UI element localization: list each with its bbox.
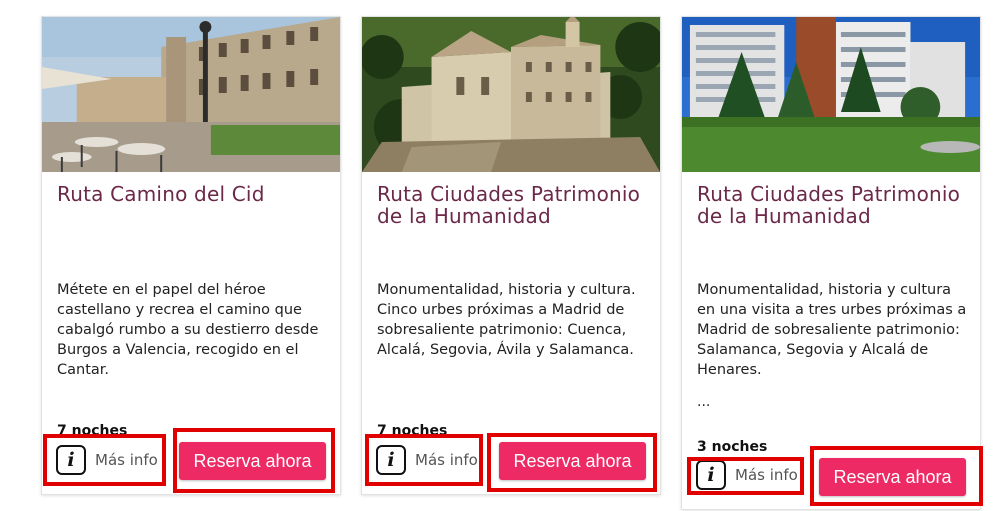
more-info-link[interactable]: i Más info <box>56 445 158 475</box>
route-description: Monumentalidad, historia y cultura. Cinc… <box>377 282 636 358</box>
nights-count: 7 noches <box>377 423 448 439</box>
more-info-label: Más info <box>95 451 158 469</box>
route-card-ciudades-patrimonio: Ruta Ciudades Patrimonio de la Humanidad… <box>361 16 661 495</box>
nights-count: 7 noches <box>57 423 128 439</box>
route-title[interactable]: Ruta Ciudades Patrimonio de la Humanidad <box>697 183 967 227</box>
more-info-label: Más info <box>735 466 798 484</box>
route-card-ciudades-patrimonio-3: Ruta Ciudades Patrimonio de la Humanidad… <box>681 16 981 510</box>
more-info-label: Más info <box>415 451 478 469</box>
nights-count: 3 noches <box>697 439 768 455</box>
hotel-courtyard-terrace-photo[interactable] <box>42 17 340 172</box>
info-icon: i <box>56 445 86 475</box>
route-title[interactable]: Ruta Ciudades Patrimonio de la Humanidad <box>377 183 647 227</box>
info-icon: i <box>696 460 726 490</box>
reserve-now-button[interactable]: Reserva ahora <box>819 458 966 496</box>
modern-hotel-garden-photo[interactable] <box>682 17 980 172</box>
route-title[interactable]: Ruta Camino del Cid <box>57 183 327 205</box>
route-card-camino-del-cid: Ruta Camino del Cid Métete en el papel d… <box>41 16 341 495</box>
clifftop-convent-photo[interactable] <box>362 17 660 172</box>
description-ellipsis: ... <box>697 394 711 410</box>
more-info-link[interactable]: i Más info <box>376 445 478 475</box>
route-description: Métete en el papel del héroe castellano … <box>57 282 319 378</box>
reserve-now-button[interactable]: Reserva ahora <box>179 442 326 480</box>
route-description: Monumentalidad, historia y cultura en un… <box>697 282 967 378</box>
info-icon: i <box>376 445 406 475</box>
more-info-link[interactable]: i Más info <box>696 460 798 490</box>
reserve-now-button[interactable]: Reserva ahora <box>499 442 646 480</box>
